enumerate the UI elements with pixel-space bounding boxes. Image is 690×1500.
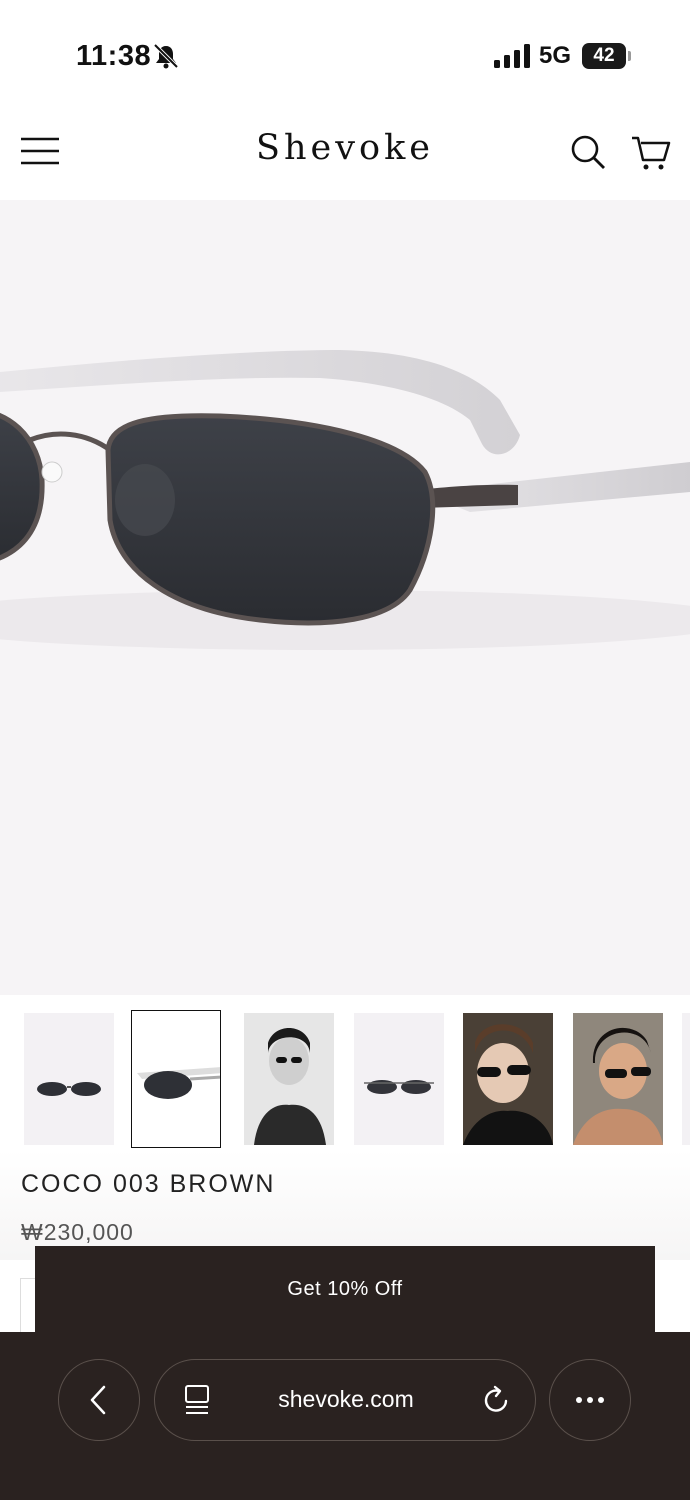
address-bar[interactable]: shevoke.com xyxy=(154,1359,536,1441)
thumbnail-sunglasses-front-2 xyxy=(364,1080,434,1094)
more-dots-icon xyxy=(576,1397,604,1403)
chevron-left-icon xyxy=(90,1385,106,1415)
more-options-button[interactable] xyxy=(549,1359,631,1441)
sunglasses-image xyxy=(0,350,690,650)
cart-icon[interactable] xyxy=(630,134,672,172)
thumbnail-3[interactable] xyxy=(244,1013,334,1145)
product-title: COCO 003 BROWN xyxy=(21,1170,276,1198)
thumbnail-7-partial[interactable] xyxy=(682,1013,690,1145)
network-type: 5G xyxy=(539,42,572,69)
discount-popup-button[interactable]: Get 10% Off xyxy=(35,1246,655,1336)
thumbnail-gallery xyxy=(0,1010,690,1150)
bell-muted-icon xyxy=(153,43,179,69)
thumbnail-6[interactable] xyxy=(573,1013,663,1145)
thumbnail-model-color-2 xyxy=(573,1013,663,1145)
thumbnail-model-color-1 xyxy=(463,1013,553,1145)
thumbnail-model-bw xyxy=(244,1013,334,1145)
site-header: Shevoke xyxy=(0,100,690,200)
back-button[interactable] xyxy=(58,1359,140,1441)
thumbnail-2-selected[interactable] xyxy=(131,1010,221,1148)
thumbnail-1[interactable] xyxy=(24,1013,114,1145)
thumbnail-sunglasses-front xyxy=(37,1082,101,1096)
product-main-image[interactable] xyxy=(0,200,690,995)
thumbnail-5[interactable] xyxy=(463,1013,553,1145)
battery-icon: 42 xyxy=(582,43,626,69)
status-bar: 11:38 5G 42 xyxy=(0,0,690,100)
url-text: shevoke.com xyxy=(278,1386,414,1412)
thumbnail-4[interactable] xyxy=(354,1013,444,1145)
search-icon[interactable] xyxy=(570,134,606,170)
product-price: ₩230,000 xyxy=(21,1219,134,1245)
reload-icon[interactable] xyxy=(481,1384,513,1416)
battery-tip xyxy=(628,51,631,61)
status-time: 11:38 xyxy=(76,40,152,72)
browser-toolbar: shevoke.com xyxy=(0,1332,690,1500)
signal-icon xyxy=(494,44,530,68)
thumbnail-sunglasses-side xyxy=(137,1067,220,1099)
